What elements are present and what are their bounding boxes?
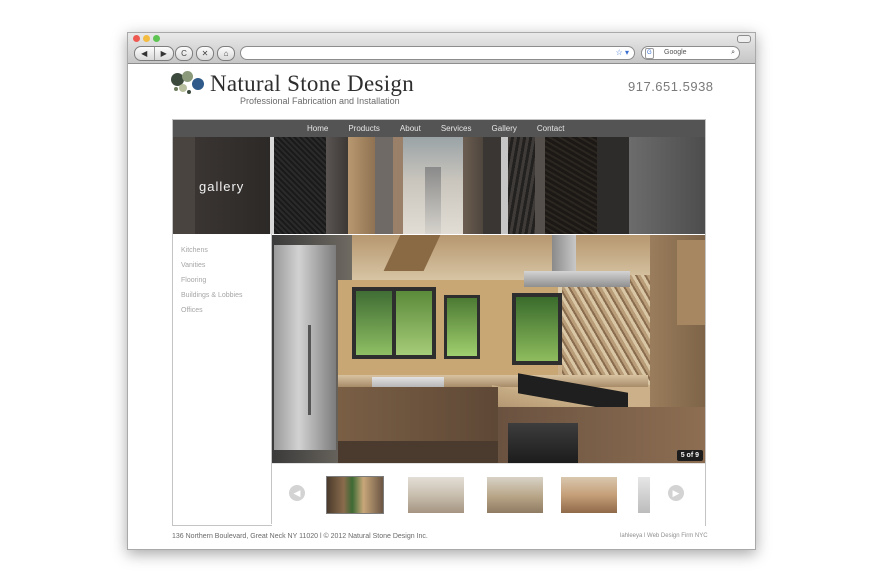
nav-products[interactable]: Products [348, 120, 380, 137]
reload-icon[interactable]: C [175, 46, 193, 61]
forward-icon[interactable]: ▶ [155, 47, 174, 60]
main-nav: Home Products About Services Gallery Con… [173, 120, 705, 137]
history-buttons: ◀ ▶ [134, 46, 174, 61]
sidebar-item-vanities[interactable]: Vanities [181, 262, 271, 269]
site-tagline: Professional Fabrication and Installatio… [240, 96, 400, 106]
thumbnail-3[interactable] [487, 477, 543, 513]
site-brand[interactable]: Natural Stone Design [210, 71, 414, 97]
phone-number: 917.651.5938 [628, 79, 714, 94]
back-icon[interactable]: ◀ [135, 47, 155, 60]
nav-services[interactable]: Services [441, 120, 472, 137]
toolbar-toggle-button[interactable] [737, 35, 751, 43]
photo-counter: 5 of 9 [676, 450, 703, 461]
gallery-hero-banner: gallery [173, 137, 705, 234]
nav-about[interactable]: About [400, 120, 421, 137]
minimize-window-button[interactable] [143, 35, 150, 42]
zoom-window-button[interactable] [153, 35, 160, 42]
home-icon[interactable]: ⌂ [217, 46, 235, 61]
search-field[interactable]: G Google ⌕ [641, 46, 740, 60]
close-window-button[interactable] [133, 35, 140, 42]
stop-icon[interactable]: ✕ [196, 46, 214, 61]
sidebar-item-offices[interactable]: Offices [181, 307, 271, 314]
bookmark-star-icon[interactable]: ☆ ▾ [616, 47, 629, 59]
browser-window: ◀ ▶ C ✕ ⌂ ☆ ▾ G Google ⌕ Natural Stone D… [127, 32, 756, 550]
gallery-main-photo[interactable]: 5 of 9 [272, 235, 705, 463]
search-engine-icon[interactable]: G [645, 48, 654, 59]
footer-address: 136 Northern Boulevard, Great Neck NY 11… [172, 533, 428, 540]
nav-gallery[interactable]: Gallery [492, 120, 517, 137]
sidebar-item-buildings-lobbies[interactable]: Buildings & Lobbies [181, 292, 271, 299]
address-bar[interactable]: ☆ ▾ [240, 46, 635, 60]
thumbnail-5[interactable] [638, 477, 650, 513]
nav-contact[interactable]: Contact [537, 120, 565, 137]
thumbnail-strip: ◀ ▶ [272, 463, 705, 526]
prev-arrow-icon[interactable]: ◀ [289, 485, 305, 501]
logo-icon[interactable] [171, 71, 207, 97]
gallery-sidebar: Kitchens Vanities Flooring Buildings & L… [173, 234, 272, 524]
thumbnail-2[interactable] [408, 477, 464, 513]
nav-home[interactable]: Home [307, 120, 328, 137]
sidebar-item-kitchens[interactable]: Kitchens [181, 247, 271, 254]
search-icon[interactable]: ⌕ [731, 47, 735, 59]
thumbnail-4[interactable] [561, 477, 617, 513]
next-arrow-icon[interactable]: ▶ [668, 485, 684, 501]
site-content: Home Products About Services Gallery Con… [172, 119, 706, 526]
thumbnail-1[interactable] [326, 476, 384, 514]
sidebar-item-flooring[interactable]: Flooring [181, 277, 271, 284]
search-placeholder: Google [664, 49, 687, 56]
hero-title: gallery [199, 179, 245, 194]
footer-credit-link[interactable]: lahleeya l Web Design Firm NYC [620, 533, 708, 539]
browser-toolbar: ◀ ▶ C ✕ ⌂ ☆ ▾ G Google ⌕ [128, 33, 755, 64]
